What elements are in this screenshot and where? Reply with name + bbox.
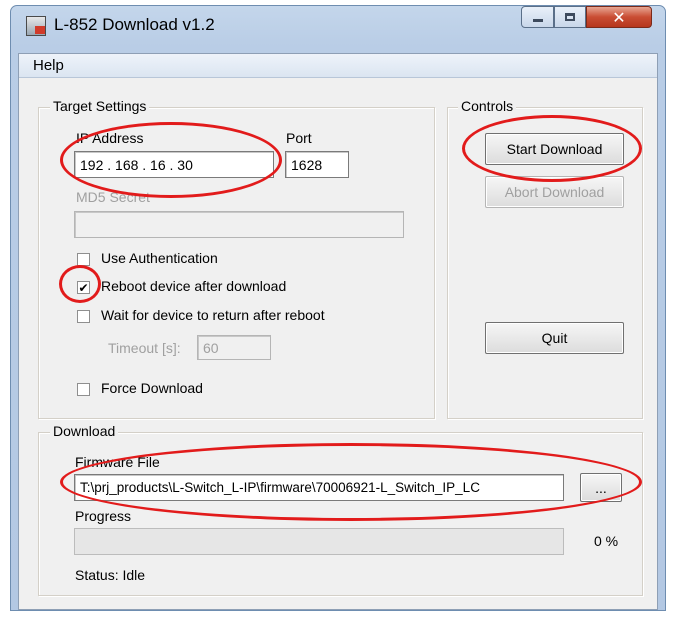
app-icon [26, 16, 46, 36]
force-download-checkbox[interactable] [77, 383, 90, 396]
quit-button[interactable]: Quit [485, 322, 624, 354]
abort-download-button[interactable]: Abort Download [485, 176, 624, 208]
ip-address-field[interactable]: 192 . 168 . 16 . 30 [74, 151, 274, 178]
controls-legend: Controls [458, 98, 517, 114]
reboot-device-label: Reboot device after download [101, 278, 287, 294]
progress-bar [74, 528, 564, 555]
timeout-field: 60 [197, 335, 271, 360]
wait-for-device-label: Wait for device to return after reboot [101, 307, 325, 323]
download-legend: Download [50, 423, 119, 439]
firmware-file-label: Firmware File [75, 454, 160, 470]
md5-secret-field [74, 211, 404, 238]
maximize-button[interactable] [554, 6, 586, 28]
browse-button[interactable]: ... [580, 473, 622, 502]
maximize-icon [565, 13, 575, 21]
port-field[interactable]: 1628 [285, 151, 349, 178]
window-title: L-852 Download v1.2 [54, 15, 215, 34]
force-download-label: Force Download [101, 380, 203, 396]
menu-bar [19, 54, 657, 78]
wait-for-device-checkbox[interactable] [77, 310, 90, 323]
md5-secret-label: MD5 Secret [76, 189, 150, 205]
progress-label: Progress [75, 508, 132, 524]
status-text: Status: Idle [75, 567, 146, 583]
target-settings-legend: Target Settings [50, 98, 150, 114]
firmware-file-field[interactable]: T:\prj_products\L-Switch_L-IP\firmware\7… [74, 474, 564, 501]
close-button[interactable]: ✕ [586, 6, 652, 28]
close-icon: ✕ [612, 7, 626, 27]
timeout-label: Timeout [s]: [108, 340, 181, 356]
use-authentication-checkbox[interactable] [77, 253, 90, 266]
progress-percent: 0 % [594, 533, 619, 549]
ip-address-label: IP Address [76, 130, 144, 146]
port-label: Port [286, 130, 312, 146]
menu-help[interactable]: Help [33, 57, 64, 74]
minimize-button[interactable] [521, 6, 554, 28]
start-download-button[interactable]: Start Download [485, 133, 624, 165]
minimize-icon [532, 18, 543, 22]
reboot-device-checkbox[interactable]: ✔ [77, 281, 90, 294]
use-authentication-label: Use Authentication [101, 250, 218, 266]
